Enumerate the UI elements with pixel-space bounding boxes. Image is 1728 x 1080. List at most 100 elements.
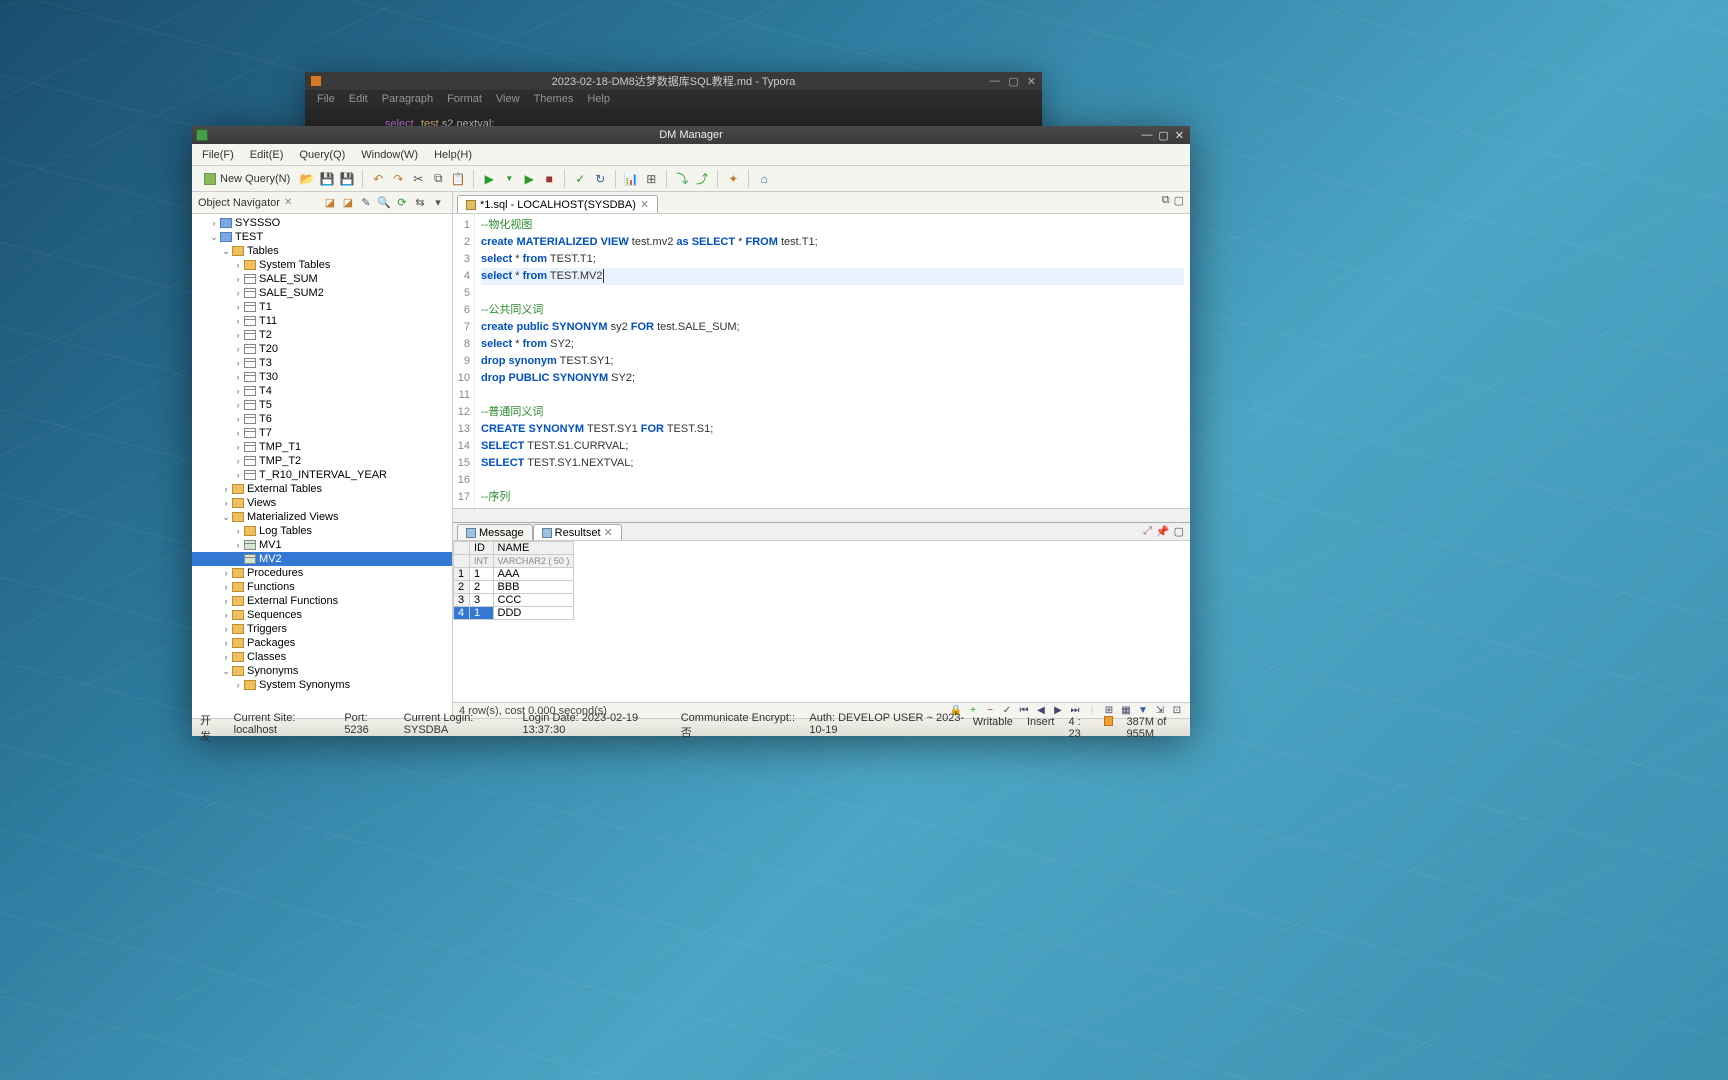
tree-node-materialized-views[interactable]: ⌄Materialized Views bbox=[192, 510, 452, 524]
cut-icon[interactable]: ✂ bbox=[409, 170, 427, 188]
tree-node-t3[interactable]: ›T3 bbox=[192, 356, 452, 370]
menu-edit[interactable]: Edit(E) bbox=[250, 149, 284, 161]
tree-node-t2[interactable]: ›T2 bbox=[192, 328, 452, 342]
close-icon[interactable]: ✕ bbox=[1027, 75, 1036, 88]
result-tool-icon[interactable]: ⤢ bbox=[1143, 525, 1152, 538]
tree-node-sale-sum2[interactable]: ›SALE_SUM2 bbox=[192, 286, 452, 300]
code-line-16[interactable] bbox=[481, 472, 1184, 489]
horizontal-scrollbar[interactable] bbox=[453, 508, 1190, 522]
nav-tool-1-icon[interactable]: ◪ bbox=[322, 195, 338, 211]
paste-icon[interactable]: 📋 bbox=[449, 170, 467, 188]
menu-format[interactable]: Format bbox=[447, 93, 482, 105]
tree-node-log-tables[interactable]: ›Log Tables bbox=[192, 524, 452, 538]
tree-node-tables[interactable]: ⌄Tables bbox=[192, 244, 452, 258]
undo-icon[interactable]: ↶ bbox=[369, 170, 387, 188]
code-line-4[interactable]: select * from TEST.MV2 bbox=[481, 268, 1184, 285]
menu-themes[interactable]: Themes bbox=[534, 93, 574, 105]
code-line-14[interactable]: SELECT TEST.S1.CURRVAL; bbox=[481, 438, 1184, 455]
close-tab-icon[interactable]: ✕ bbox=[604, 526, 613, 539]
tree-node-packages[interactable]: ›Packages bbox=[192, 636, 452, 650]
close-icon[interactable]: ✕ bbox=[1175, 129, 1184, 142]
execute-dropdown-icon[interactable]: ▼ bbox=[500, 170, 518, 188]
maximize-editor-icon[interactable]: ▢ bbox=[1174, 194, 1184, 207]
table-row[interactable]: 33CCC bbox=[454, 594, 574, 607]
menu-view[interactable]: View bbox=[496, 93, 520, 105]
code-line-10[interactable]: drop PUBLIC SYNONYM SY2; bbox=[481, 370, 1184, 387]
memory-icon[interactable] bbox=[1104, 716, 1112, 726]
table-row[interactable]: 22BBB bbox=[454, 581, 574, 594]
tree-node-mv1[interactable]: ›MV1 bbox=[192, 538, 452, 552]
nav-collapse-icon[interactable]: ⇆ bbox=[412, 195, 428, 211]
tree-node-t1[interactable]: ›T1 bbox=[192, 300, 452, 314]
rollback-icon[interactable]: ↻ bbox=[591, 170, 609, 188]
pin-icon[interactable]: 📌 bbox=[1156, 525, 1170, 538]
tree-node-tmp-t1[interactable]: ›TMP_T1 bbox=[192, 440, 452, 454]
tree-node-t20[interactable]: ›T20 bbox=[192, 342, 452, 356]
restore-icon[interactable]: ⧉ bbox=[1162, 194, 1170, 207]
code-line-13[interactable]: CREATE SYNONYM TEST.SY1 FOR TEST.S1; bbox=[481, 421, 1184, 438]
table-row[interactable]: 41DDD bbox=[454, 607, 574, 620]
code-line-17[interactable]: --序列 bbox=[481, 489, 1184, 506]
close-panel-icon[interactable]: ✕ bbox=[284, 197, 292, 208]
save-all-icon[interactable]: 💾 bbox=[338, 170, 356, 188]
tree-node-triggers[interactable]: ›Triggers bbox=[192, 622, 452, 636]
copy-icon[interactable]: ⧉ bbox=[429, 170, 447, 188]
menu-file[interactable]: File(F) bbox=[202, 149, 234, 161]
code-line-1[interactable]: --物化视图 bbox=[481, 217, 1184, 234]
tree-node-procedures[interactable]: ›Procedures bbox=[192, 566, 452, 580]
tree-node-functions[interactable]: ›Functions bbox=[192, 580, 452, 594]
tree-node-tmp-t2[interactable]: ›TMP_T2 bbox=[192, 454, 452, 468]
minimize-icon[interactable]: — bbox=[1141, 129, 1152, 142]
tree-node-t30[interactable]: ›T30 bbox=[192, 370, 452, 384]
tree-node-mv2[interactable]: ›MV2 bbox=[192, 552, 452, 566]
nav-menu-icon[interactable]: ▾ bbox=[430, 195, 446, 211]
grid-icon[interactable]: ⊞ bbox=[642, 170, 660, 188]
code-line-9[interactable]: drop synonym TEST.SY1; bbox=[481, 353, 1184, 370]
step-in-icon[interactable]: ⤵ bbox=[673, 170, 691, 188]
minimize-icon[interactable]: — bbox=[989, 75, 1000, 88]
menu-help[interactable]: Help(H) bbox=[434, 149, 472, 161]
close-tab-icon[interactable]: ✕ bbox=[640, 198, 649, 211]
tree-node-syssso[interactable]: ›SYSSSO bbox=[192, 216, 452, 230]
maximize-results-icon[interactable]: ▢ bbox=[1174, 525, 1184, 538]
debug-icon[interactable]: ▶ bbox=[520, 170, 538, 188]
nav-search-icon[interactable]: 🔍 bbox=[376, 195, 392, 211]
stop-icon[interactable]: ■ bbox=[540, 170, 558, 188]
tree-node-sequences[interactable]: ›Sequences bbox=[192, 608, 452, 622]
code-line-15[interactable]: SELECT TEST.SY1.NEXTVAL; bbox=[481, 455, 1184, 472]
tree-node-test[interactable]: ⌄TEST bbox=[192, 230, 452, 244]
code-line-5[interactable] bbox=[481, 285, 1184, 302]
maximize-icon[interactable]: ▢ bbox=[1008, 75, 1018, 88]
tree-node-external-functions[interactable]: ›External Functions bbox=[192, 594, 452, 608]
code-line-11[interactable] bbox=[481, 387, 1184, 404]
menu-query[interactable]: Query(Q) bbox=[299, 149, 345, 161]
tree-node-t7[interactable]: ›T7 bbox=[192, 426, 452, 440]
tree-node-t4[interactable]: ›T4 bbox=[192, 384, 452, 398]
home-icon[interactable]: ⌂ bbox=[755, 170, 773, 188]
nav-tool-2-icon[interactable]: ◪ bbox=[340, 195, 356, 211]
typora-titlebar[interactable]: 2023-02-18-DM8达梦数据库SQL教程.md - Typora — ▢… bbox=[305, 72, 1042, 90]
tab-message[interactable]: Message bbox=[457, 524, 533, 540]
commit-icon[interactable]: ✓ bbox=[571, 170, 589, 188]
nav-refresh-icon[interactable]: ⟳ bbox=[394, 195, 410, 211]
tree-node-t-r10-interval-year[interactable]: ›T_R10_INTERVAL_YEAR bbox=[192, 468, 452, 482]
menu-paragraph[interactable]: Paragraph bbox=[382, 93, 433, 105]
navigator-tree[interactable]: ›SYSSSO⌄TEST⌄Tables›System Tables ›SALE_S… bbox=[192, 214, 452, 718]
step-out-icon[interactable]: ⤴ bbox=[693, 170, 711, 188]
code-content[interactable]: --物化视图create MATERIALIZED VIEW test.mv2 … bbox=[475, 214, 1190, 508]
menu-file[interactable]: File bbox=[317, 93, 335, 105]
execute-icon[interactable]: ▶ bbox=[480, 170, 498, 188]
menu-window[interactable]: Window(W) bbox=[361, 149, 418, 161]
redo-icon[interactable]: ↷ bbox=[389, 170, 407, 188]
open-icon[interactable]: 📂 bbox=[298, 170, 316, 188]
new-query-button[interactable]: New Query(N) bbox=[198, 171, 296, 187]
tab-resultset[interactable]: Resultset✕ bbox=[533, 524, 622, 540]
menu-edit[interactable]: Edit bbox=[349, 93, 368, 105]
tree-node-system-tables[interactable]: ›System Tables bbox=[192, 258, 452, 272]
tree-node-t5[interactable]: ›T5 bbox=[192, 398, 452, 412]
tool-icon[interactable]: ✦ bbox=[724, 170, 742, 188]
sql-editor[interactable]: 1234567891011121314151617 --物化视图create M… bbox=[453, 214, 1190, 508]
tree-node-synonyms[interactable]: ⌄Synonyms bbox=[192, 664, 452, 678]
tree-node-external-tables[interactable]: ›External Tables bbox=[192, 482, 452, 496]
editor-tab-active[interactable]: *1.sql - LOCALHOST(SYSDBA) ✕ bbox=[457, 195, 658, 213]
